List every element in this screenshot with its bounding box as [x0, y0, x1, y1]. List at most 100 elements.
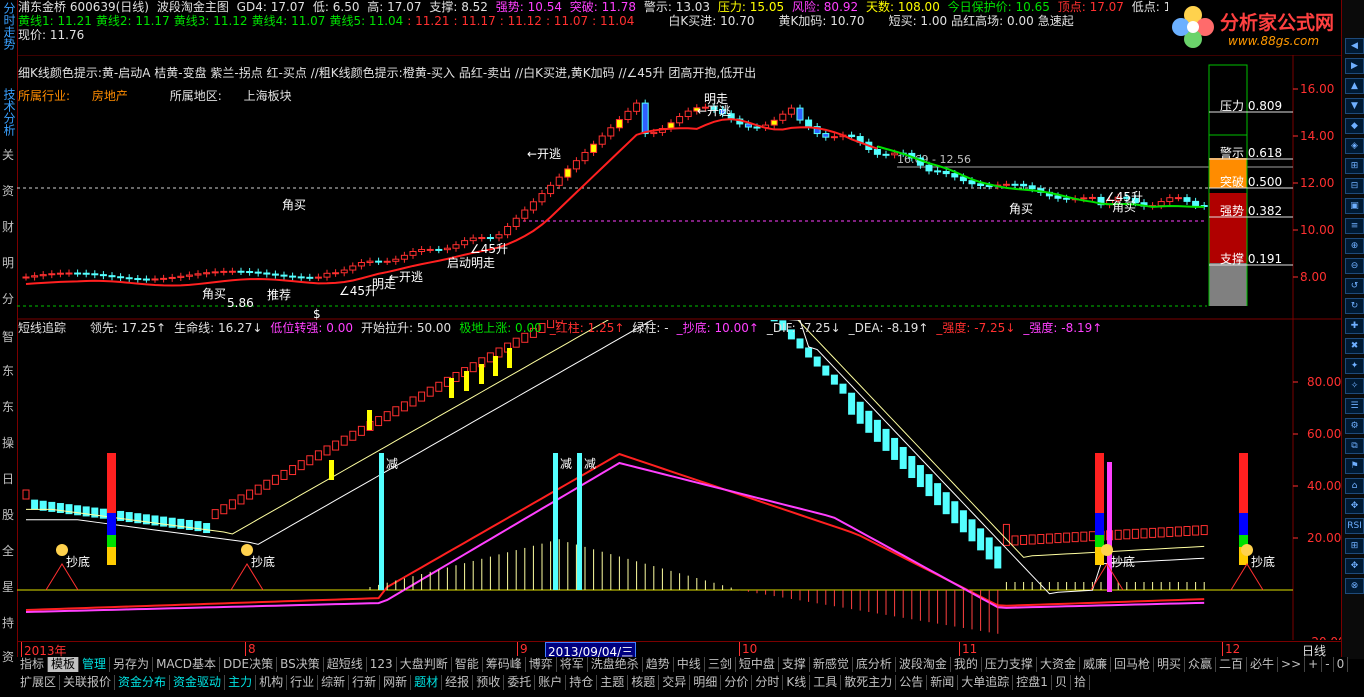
info-tab-14[interactable]: 账户	[535, 675, 567, 690]
toolbar-button-25-icon[interactable]: ⊞	[1345, 538, 1364, 554]
indicator-tab-18[interactable]: 短中盘	[736, 657, 779, 672]
left-tab-6[interactable]: 分	[0, 292, 16, 306]
info-tab-15[interactable]: 持仓	[566, 675, 598, 690]
info-tab-19[interactable]: 明细	[690, 675, 722, 690]
info-tab-13[interactable]: 委托	[504, 675, 536, 690]
indicator-tab-27[interactable]: 回马枪	[1111, 657, 1154, 672]
left-tab-4[interactable]: 财	[0, 220, 16, 234]
toolbar-button-23-icon[interactable]: ✥	[1345, 498, 1364, 514]
left-tab-15[interactable]: 持	[0, 616, 16, 630]
toolbar-button-15-icon[interactable]: ✖	[1345, 338, 1364, 354]
toolbar-button-2-icon[interactable]: ▲	[1345, 78, 1364, 94]
indicator-tab-22[interactable]: 波段淘金	[896, 657, 951, 672]
info-tab-10[interactable]: 题材	[411, 675, 443, 690]
info-tab-16[interactable]: 主题	[597, 675, 629, 690]
toolbar-button-19-icon[interactable]: ⚙	[1345, 418, 1364, 434]
left-tab-0[interactable]: 分时走势	[0, 2, 16, 50]
info-tab-ctrl-1[interactable]: 贝	[1052, 675, 1071, 690]
left-tab-10[interactable]: 操	[0, 436, 16, 450]
toolbar-button-9-icon[interactable]: ≡	[1345, 218, 1364, 234]
indicator-tab-23[interactable]: 我的	[951, 657, 982, 672]
left-tab-11[interactable]: 日	[0, 472, 16, 486]
info-tab-28[interactable]: 控盘1	[1013, 675, 1052, 690]
info-tab-6[interactable]: 行业	[287, 675, 319, 690]
info-tab-24[interactable]: 散死主力	[841, 675, 897, 690]
indicator-tab-1[interactable]: 模板	[48, 657, 80, 672]
toolbar-button-6-icon[interactable]: ⊞	[1345, 158, 1364, 174]
indicator-tab-20[interactable]: 新感觉	[810, 657, 853, 672]
info-tab-3[interactable]: 资金驱动	[170, 675, 226, 690]
info-tab-23[interactable]: 工具	[810, 675, 842, 690]
info-tab-27[interactable]: 大单追踪	[958, 675, 1014, 690]
toolbar-button-3-icon[interactable]: ▼	[1345, 98, 1364, 114]
indicator-tab-4[interactable]: MACD基本	[153, 657, 221, 672]
toolbar-button-10-icon[interactable]: ⊕	[1345, 238, 1364, 254]
indicator-tab-26[interactable]: 威廉	[1080, 657, 1111, 672]
left-tab-13[interactable]: 全	[0, 544, 16, 558]
toolbar-button-14-icon[interactable]: ✚	[1345, 318, 1364, 334]
info-tab-25[interactable]: 公告	[896, 675, 928, 690]
toolbar-button-11-icon[interactable]: ⊖	[1345, 258, 1364, 274]
info-tab-17[interactable]: 核题	[628, 675, 660, 690]
left-tab-14[interactable]: 星	[0, 580, 16, 594]
indicator-tab-2[interactable]: 管理	[79, 657, 111, 672]
indicator-tab-15[interactable]: 趋势	[643, 657, 674, 672]
left-tab-2[interactable]: 关	[0, 148, 16, 162]
indicator-tab-19[interactable]: 支撑	[779, 657, 810, 672]
indicator-tab-30[interactable]: 二百	[1216, 657, 1248, 672]
toolbar-button-18-icon[interactable]: ☰	[1345, 398, 1364, 414]
indicator-tab-11[interactable]: 筹码峰	[483, 657, 526, 672]
left-tab-5[interactable]: 明	[0, 256, 16, 270]
indicator-tab-10[interactable]: 智能	[452, 657, 483, 672]
toolbar-button-8-icon[interactable]: ▣	[1345, 198, 1364, 214]
indicator-tab-ctrl-1[interactable]: +	[1305, 657, 1323, 672]
indicator-tab-14[interactable]: 洗盘绝杀	[588, 657, 643, 672]
indicator-tab-5[interactable]: DDE决策	[220, 657, 278, 672]
indicator-tab-7[interactable]: 超短线	[324, 657, 367, 672]
toolbar-button-21-icon[interactable]: ⚑	[1345, 458, 1364, 474]
indicator-name[interactable]: 波段淘金主图	[157, 0, 229, 14]
indicator-tab-8[interactable]: 123	[367, 657, 397, 672]
left-tab-3[interactable]: 资	[0, 184, 16, 198]
info-tab-1[interactable]: 关联报价	[60, 675, 116, 690]
indicator-tab-9[interactable]: 大盘判断	[397, 657, 452, 672]
indicator-tab-24[interactable]: 压力支撑	[982, 657, 1037, 672]
short-term-tracking-chart[interactable]: 80.0060.0040.0020.00-20.00减减减抄底抄底抄底抄底	[17, 320, 1341, 640]
indicator-tab-17[interactable]: 三剑	[705, 657, 736, 672]
indicator-tab-ctrl-3[interactable]: 0	[1334, 657, 1349, 672]
toolbar-button-13-icon[interactable]: ↻	[1345, 298, 1364, 314]
toolbar-button-22-icon[interactable]: ⌂	[1345, 478, 1364, 494]
info-tab-18[interactable]: 交异	[659, 675, 691, 690]
info-tab-4[interactable]: 主力	[225, 675, 257, 690]
left-tab-7[interactable]: 智	[0, 330, 16, 344]
indicator-tab-3[interactable]: 另存为	[110, 657, 154, 672]
indicator-tab-16[interactable]: 中线	[674, 657, 705, 672]
toolbar-button-20-icon[interactable]: ⧉	[1345, 438, 1364, 454]
info-tab-5[interactable]: 机构	[256, 675, 288, 690]
toolbar-button-1-icon[interactable]: ▶	[1345, 58, 1364, 74]
toolbar-button-26-icon[interactable]: ✥	[1345, 558, 1364, 574]
left-tab-8[interactable]: 东	[0, 364, 16, 378]
indicator-tab-31[interactable]: 必牛	[1247, 657, 1279, 672]
indicator-tab-0[interactable]: 指标	[17, 657, 49, 672]
info-tab-12[interactable]: 预收	[473, 675, 505, 690]
toolbar-button-27-icon[interactable]: ⊗	[1345, 578, 1364, 594]
info-tab-22[interactable]: K线	[783, 675, 811, 690]
info-tab-2[interactable]: 资金分布	[115, 675, 171, 690]
left-tab-1[interactable]: 技术分析	[0, 88, 16, 136]
info-tab-11[interactable]: 经报	[442, 675, 474, 690]
toolbar-button-16-icon[interactable]: ✦	[1345, 358, 1364, 374]
info-tab-26[interactable]: 新闻	[927, 675, 959, 690]
toolbar-button-17-icon[interactable]: ✧	[1345, 378, 1364, 394]
indicator-tab-25[interactable]: 大资金	[1037, 657, 1080, 672]
info-tab-9[interactable]: 网新	[380, 675, 412, 690]
indicator-tab-ctrl-2[interactable]: -	[1322, 657, 1334, 672]
info-tab-0[interactable]: 扩展区	[17, 675, 61, 690]
indicator-tab-13[interactable]: 将军	[557, 657, 588, 672]
info-tab-ctrl-0[interactable]: 拾	[1071, 675, 1090, 690]
info-tab-20[interactable]: 分价	[721, 675, 753, 690]
left-tab-9[interactable]: 东	[0, 400, 16, 414]
indicator-tab-21[interactable]: 底分析	[853, 657, 896, 672]
left-tab-12[interactable]: 股	[0, 508, 16, 522]
indicator-tab-28[interactable]: 明买	[1154, 657, 1185, 672]
